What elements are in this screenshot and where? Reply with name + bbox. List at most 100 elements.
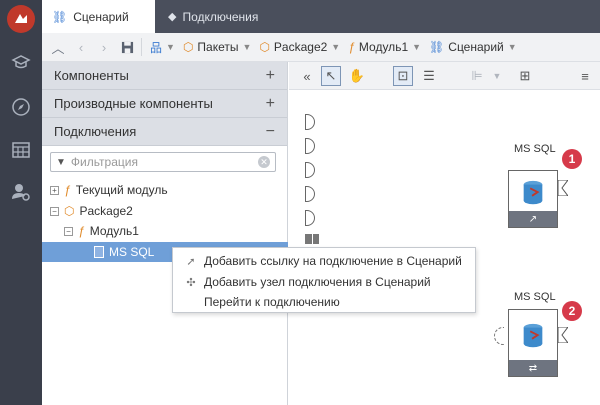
fit-view-icon[interactable]: ⊡ [393, 66, 413, 86]
collapse-icon[interactable]: − [64, 226, 73, 236]
tab-label: Сценарий [73, 9, 129, 24]
tree-item-module1[interactable]: − ƒ Модуль1 [64, 221, 139, 241]
connections-icon: ◆ [168, 11, 177, 23]
link-icon: ⇄ [528, 362, 538, 374]
connection-icon [94, 246, 104, 258]
breadcrumb-label: Модуль1 [358, 40, 409, 54]
tab-bar: ⛓ Сценарий ◆ Подключения [42, 0, 600, 33]
canvas-toolbar: « ↖ ✋ ⊡ ☰ ⊫ ▼ ⊞ ≡ [289, 62, 600, 90]
components-panel: Компоненты + Производные компоненты + По… [42, 62, 288, 405]
menu-item-go-to-connection[interactable]: Перейти к подключению [173, 292, 475, 312]
user-settings-icon[interactable] [11, 182, 31, 202]
tab-scenario[interactable]: ⛓ Сценарий [42, 0, 155, 33]
table-icon[interactable] [11, 140, 31, 160]
port-icon[interactable] [305, 186, 315, 202]
scenario-icon: ⛓ [429, 40, 445, 54]
save-icon[interactable] [117, 37, 137, 57]
link-arrow-icon: ➚ [186, 255, 196, 268]
breadcrumb-scenario[interactable]: ⛓ Сценарий ▼ [425, 37, 521, 57]
step-badge-2: 2 [562, 301, 582, 321]
app-rail [0, 0, 42, 405]
breadcrumb-packages[interactable]: ⬡ Пакеты ▼ [179, 37, 256, 57]
menu-item-add-connection-link[interactable]: ➚ Добавить ссылку на подключение в Сцена… [173, 251, 475, 271]
clear-icon[interactable]: ✕ [258, 156, 270, 168]
expand-icon[interactable]: + [266, 67, 275, 85]
select-tool-icon[interactable]: ↖ [321, 66, 341, 86]
forward-icon[interactable]: › [94, 37, 114, 57]
chevron-down-icon: ▼ [507, 42, 517, 52]
node-link-bar: ⇄ [509, 360, 557, 376]
diagram-canvas[interactable]: « ↖ ✋ ⊡ ☰ ⊫ ▼ ⊞ ≡ MS SQL ↗ 1 MS SQL ⇄ 2 [289, 62, 600, 405]
section-title: Компоненты [54, 68, 129, 83]
breadcrumb-module1[interactable]: ƒ Модуль1 ▼ [344, 37, 425, 57]
chevron-down-icon: ▼ [331, 42, 341, 52]
menu-item-label: Добавить ссылку на подключение в Сценари… [204, 254, 462, 268]
breadcrumb-package2[interactable]: ⬡ Package2 ▼ [255, 37, 344, 57]
menu-icon[interactable]: ≡ [575, 66, 595, 86]
input-port-icon[interactable] [494, 327, 504, 345]
port-icon[interactable] [305, 138, 315, 154]
link-icon: ↗ [528, 213, 538, 225]
pan-tool-icon[interactable]: ✋ [347, 66, 367, 86]
tree-item-current-module[interactable]: + ƒ Текущий модуль [50, 180, 168, 200]
hierarchy-icon: 品 [150, 40, 163, 55]
tree-item-label: MS SQL [109, 245, 155, 259]
tree-item-label: Package2 [79, 204, 133, 218]
section-connections[interactable]: Подключения − [42, 118, 287, 146]
database-icon [523, 180, 543, 205]
list-view-icon[interactable]: ☰ [419, 66, 439, 86]
module-icon: ƒ [64, 183, 71, 197]
chevron-up-icon[interactable]: ︿ [48, 37, 68, 57]
node-label: MS SQL [514, 143, 556, 155]
tree-item-label: Модуль1 [89, 224, 139, 238]
tab-connections[interactable]: ◆ Подключения [158, 0, 268, 33]
menu-item-label: Перейти к подключению [204, 295, 340, 309]
section-components[interactable]: Компоненты + [42, 62, 287, 90]
database-icon [523, 323, 543, 348]
expand-icon[interactable]: + [266, 95, 275, 113]
tab-label: Подключения [182, 9, 259, 24]
layout-icon[interactable]: ⊞ [515, 66, 535, 86]
package-icon: ⬡ [182, 40, 194, 54]
back-icon[interactable]: ‹ [71, 37, 91, 57]
align-icon[interactable]: ⊫ [467, 66, 487, 86]
menu-item-add-connection-node[interactable]: ✣ Добавить узел подключения в Сценарий [173, 272, 475, 292]
package-icon: ⬡ [64, 204, 75, 218]
chevron-down-icon: ▼ [242, 42, 252, 52]
app-logo[interactable] [7, 5, 35, 33]
tree-item-package2[interactable]: − ⬡ Package2 [50, 201, 133, 221]
breadcrumb-label: Сценарий [448, 40, 504, 54]
toolbar: ︿ ‹ › 品 ▼ ⬡ Пакеты ▼ ⬡ Package2 ▼ ƒ Моду… [42, 33, 600, 62]
section-title: Производные компоненты [54, 96, 213, 111]
collapse-icon[interactable]: − [50, 206, 59, 216]
section-title: Подключения [54, 124, 137, 139]
collapse-icon[interactable]: − [266, 123, 275, 141]
connection-node-1[interactable]: ↗ [508, 170, 558, 228]
chevron-down-icon[interactable]: ▼ [487, 66, 507, 86]
compass-icon[interactable] [11, 97, 31, 117]
section-derived-components[interactable]: Производные компоненты + [42, 90, 287, 118]
collapse-panel-icon[interactable]: « [297, 66, 317, 86]
module-icon: ƒ [348, 40, 355, 54]
grid-icon[interactable] [305, 234, 319, 244]
scenario-icon: ⛓ [52, 9, 68, 24]
separator [141, 38, 142, 56]
breadcrumb-label: Package2 [273, 40, 328, 54]
port-icon[interactable] [305, 114, 315, 130]
chevron-down-icon: ▼ [166, 42, 175, 52]
output-flag-icon[interactable] [558, 180, 568, 196]
hierarchy-button[interactable]: 品 ▼ [146, 37, 179, 57]
chevron-down-icon: ▼ [412, 42, 422, 52]
expand-icon[interactable]: + [50, 185, 59, 195]
output-flag-icon[interactable] [558, 327, 568, 343]
connection-node-2[interactable]: ⇄ [508, 309, 558, 377]
step-badge-1: 1 [562, 149, 582, 169]
port-icon[interactable] [305, 210, 315, 226]
port-icon[interactable] [305, 162, 315, 178]
filter-placeholder: Фильтрация [70, 155, 138, 169]
menu-item-label: Добавить узел подключения в Сценарий [204, 275, 431, 289]
filter-field[interactable]: ▼ Фильтрация ✕ [50, 152, 276, 172]
node-link-bar: ↗ [509, 211, 557, 227]
package-icon: ⬡ [259, 40, 270, 54]
graduation-cap-icon[interactable] [11, 52, 31, 72]
